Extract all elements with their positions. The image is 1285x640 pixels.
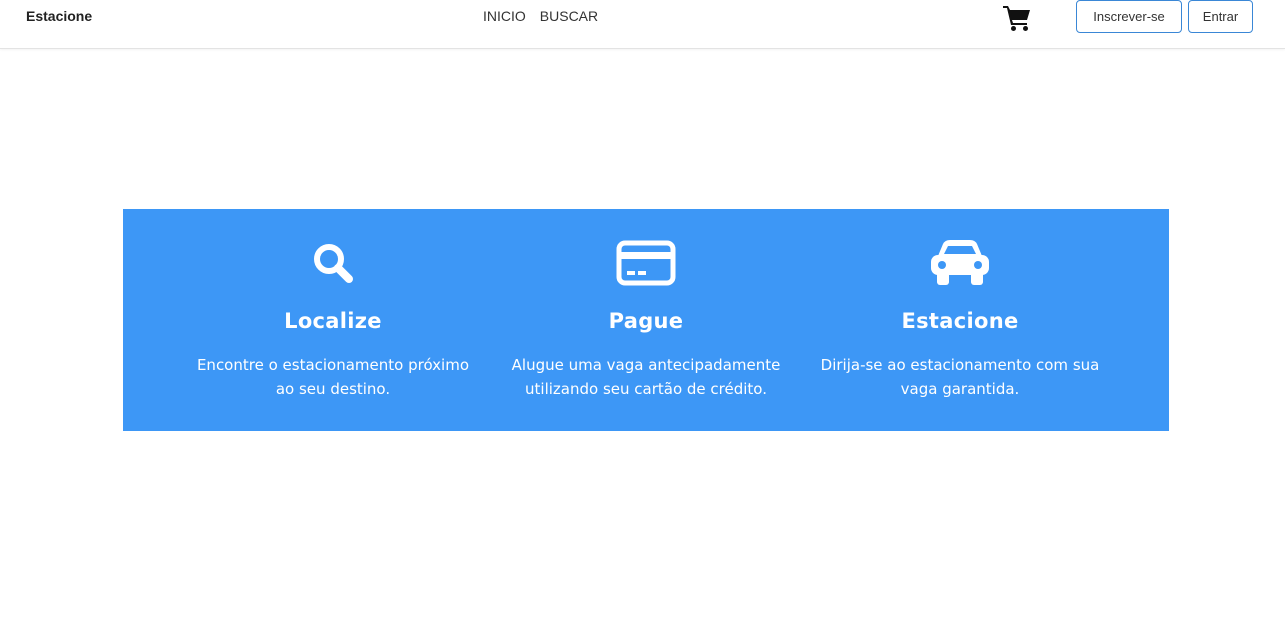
feature-description: Encontre o estacionamento próximo ao seu… [173, 353, 493, 401]
credit-card-icon [614, 237, 678, 289]
feature-desc-line: Dirija-se ao estacionamento com sua [820, 356, 1100, 374]
search-icon [301, 237, 365, 289]
nav-link-buscar[interactable]: BUSCAR [540, 8, 598, 24]
feature-title: Estacione [901, 309, 1019, 333]
nav-links: INICIO BUSCAR [483, 8, 598, 24]
feature-title: Localize [284, 309, 382, 333]
features-banner: Localize Encontre o estacionamento próxi… [123, 209, 1169, 431]
brand-link[interactable]: Estacione [26, 8, 92, 24]
login-button[interactable]: Entrar [1188, 0, 1253, 33]
shopping-cart-icon[interactable] [1002, 4, 1032, 32]
feature-description: Dirija-se ao estacionamento com sua vaga… [800, 353, 1120, 401]
nav-link-inicio[interactable]: INICIO [483, 8, 526, 24]
feature-title: Pague [608, 309, 684, 333]
signup-button[interactable]: Inscrever-se [1076, 0, 1182, 33]
feature-desc-line: vaga garantida. [900, 380, 1020, 398]
top-navbar: Estacione INICIO BUSCAR Inscrever-se Ent… [0, 0, 1285, 49]
feature-desc-line: ao seu destino. [275, 380, 391, 398]
car-icon [928, 237, 992, 289]
feature-desc-line: utilizando seu cartão de crédito. [525, 380, 767, 398]
feature-description: Alugue uma vaga antecipadamente utilizan… [486, 353, 806, 401]
feature-desc-line: Alugue uma vaga antecipadamente [511, 356, 781, 374]
feature-desc-line: Encontre o estacionamento próximo [196, 356, 470, 374]
